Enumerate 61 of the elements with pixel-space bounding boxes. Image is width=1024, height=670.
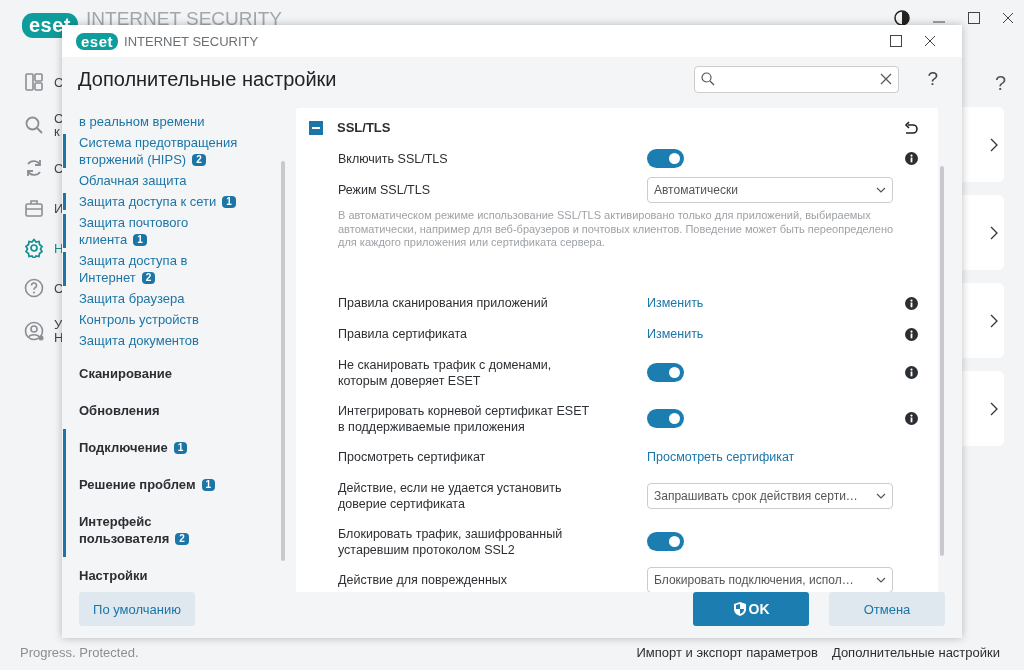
dialog-button[interactable]: По умолчанию	[79, 592, 195, 626]
setting-label: Интегрировать корневой сертификат ESET в поддерживаемые приложения	[338, 402, 590, 435]
link[interactable]: Изменить	[647, 327, 704, 341]
description-text: В автоматическом режиме использование SSL/TLS активировано только для приложений, выбираемых автоматически, например для веб-браузеров и почтовых клиентов. Поведение может быть переопределено для каждого приложения или сертификата сервера.	[337, 208, 895, 250]
dropdown[interactable]: Автоматически	[647, 176, 893, 203]
dialog-button[interactable]: Отмена	[829, 592, 945, 626]
setting-label: Действие для поврежденных	[338, 572, 509, 588]
nav-label[interactable]: Н	[54, 241, 64, 255]
dropdown[interactable]: Запрашивать срок действия серти…	[647, 482, 893, 509]
nav-item[interactable]: Настройки	[63, 557, 233, 592]
nav-item[interactable]: Защита доступа в Интернет 2	[63, 252, 238, 286]
nav-label[interactable]: У	[54, 318, 64, 331]
nav-item[interactable]: Контроль устройств	[63, 311, 238, 328]
app-title: INTERNET SECURITY	[86, 8, 283, 30]
setting-label: Действие, если не удается установить доверие сертификата	[338, 479, 563, 512]
nav-item[interactable]: Облачная защита	[63, 172, 238, 189]
help-icon[interactable]: ?	[927, 68, 938, 90]
nav-label[interactable]: Н	[54, 331, 64, 344]
setting-label: Просмотреть сертификат	[338, 449, 487, 465]
nav-item[interactable]: Сканирование	[63, 355, 233, 392]
nav-label[interactable]: С	[54, 75, 64, 89]
nav-label[interactable]: С	[54, 281, 64, 295]
count-badge: 2	[175, 533, 189, 545]
dropdown[interactable]: Блокировать подключения, испол…	[647, 567, 893, 592]
nav-item[interactable]: Подключение 1	[63, 429, 233, 466]
count-badge: 1	[201, 479, 216, 491]
nav-item[interactable]: Защита доступа к сети 1	[63, 193, 238, 210]
count-badge: 1	[173, 442, 188, 454]
ok-button[interactable]: OK	[693, 592, 809, 626]
link[interactable]: Изменить	[647, 296, 704, 310]
section-title: SSL/TLS	[337, 120, 391, 135]
footer-link[interactable]: Дополнительные настройки	[831, 644, 1000, 660]
nav-label[interactable]: И	[54, 201, 64, 215]
count-badge: 2	[141, 272, 156, 284]
count-badge: 1	[133, 234, 147, 246]
setting-label: Включить SSL/TLS	[338, 150, 449, 167]
setting-label: Блокировать трафик, зашифрованный устаревшим протоколом SSL2	[338, 525, 564, 558]
window-title: INTERNET SECURITY	[124, 33, 259, 49]
help-icon[interactable]: ?	[994, 72, 1006, 95]
setting-label: Правила сертификата	[338, 326, 469, 342]
setting-label: Правила сканирования приложений	[338, 295, 549, 311]
nav-item[interactable]: Защита документов	[63, 332, 238, 349]
setting-label: Не сканировать трафик с доменами, которым доверяет ESET	[338, 356, 553, 389]
nav-item[interactable]: Обновления	[63, 392, 233, 429]
nav-label[interactable]: С	[54, 112, 64, 125]
logo: eset	[76, 32, 119, 50]
nav-item[interactable]: Защита браузера	[63, 290, 238, 307]
nav-item[interactable]: Интерфейс пользователя 2	[63, 503, 233, 557]
status-text: Progress. Protected.	[20, 644, 139, 660]
nav-item[interactable]: Решение проблем 1	[63, 466, 233, 503]
dialog-heading: Дополнительные настройки	[78, 67, 337, 91]
count-badge: 1	[222, 196, 236, 208]
footer-link[interactable]: Импорт и экспорт параметров	[636, 644, 818, 660]
nav-item[interactable]: в реальном времени	[63, 113, 238, 130]
link[interactable]: Просмотреть сертификат	[647, 450, 795, 464]
count-badge: 2	[192, 154, 206, 166]
nav-label[interactable]: С	[54, 161, 64, 175]
setting-label: Режим SSL/TLS	[338, 181, 432, 198]
nav-label[interactable]: к	[54, 125, 64, 138]
nav-item[interactable]: Защита почтового клиента 1	[63, 214, 238, 248]
nav-item[interactable]: Система предотвращения вторжений (HIPS) 2	[63, 134, 238, 168]
